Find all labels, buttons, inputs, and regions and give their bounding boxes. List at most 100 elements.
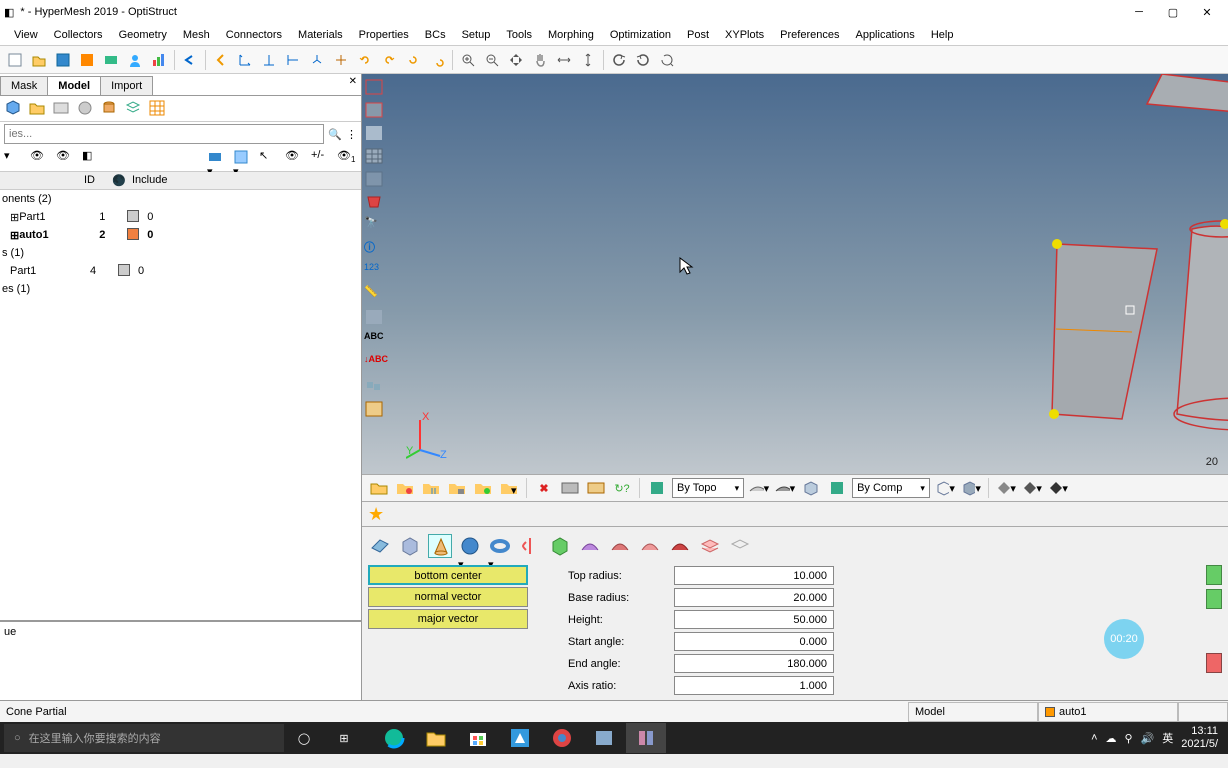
abc-icon[interactable]: ABC xyxy=(364,331,386,351)
folder6-icon[interactable]: ▾ xyxy=(498,477,520,499)
menu-bcs[interactable]: BCs xyxy=(417,27,454,43)
normal-vector-button[interactable]: normal vector xyxy=(368,587,528,607)
app2-icon[interactable] xyxy=(542,723,582,753)
status-component-cell[interactable]: auto1 xyxy=(1038,702,1178,722)
shape-mesh-icon[interactable] xyxy=(728,534,752,558)
eye-icon[interactable]: 👁 xyxy=(30,149,50,169)
blue-box-icon[interactable]: ▾ xyxy=(207,149,227,169)
hypermesh-taskbar-icon[interactable] xyxy=(626,723,666,753)
perspective-icon[interactable] xyxy=(364,193,386,213)
pan-icon[interactable] xyxy=(529,49,551,71)
model-tree[interactable]: onents (2) ⊞ Part1 1 0 ⊞ auto1 2 0 s (1)… xyxy=(0,190,361,620)
delete-icon[interactable]: ✖ xyxy=(533,477,555,499)
major-vector-button[interactable]: major vector xyxy=(368,609,528,629)
by-comp-combo[interactable]: By Comp xyxy=(852,478,930,498)
menu-morphing[interactable]: Morphing xyxy=(540,27,602,43)
create2-button[interactable] xyxy=(1206,589,1222,609)
menu-materials[interactable]: Materials xyxy=(290,27,351,43)
menu-post[interactable]: Post xyxy=(679,27,717,43)
explorer-icon[interactable] xyxy=(416,723,456,753)
by-topo-combo[interactable]: By Topo xyxy=(672,478,744,498)
tree-group-components[interactable]: onents (2) xyxy=(0,190,361,208)
menu-properties[interactable]: Properties xyxy=(351,27,417,43)
tree-icon[interactable]: ◧ xyxy=(82,149,102,169)
tree-group-entities[interactable]: es (1) xyxy=(0,280,361,298)
minimize-button[interactable]: ─ xyxy=(1122,0,1156,24)
folder2-icon[interactable] xyxy=(394,477,416,499)
top-radius-input[interactable] xyxy=(674,566,834,585)
mesh-icon[interactable] xyxy=(364,147,386,167)
section-icon[interactable] xyxy=(364,400,386,420)
menu-view[interactable]: View xyxy=(6,27,46,43)
app3-icon[interactable] xyxy=(584,723,624,753)
component-icon[interactable] xyxy=(100,49,122,71)
tree-group-sets[interactable]: s (1) xyxy=(0,244,361,262)
grid-icon[interactable] xyxy=(148,99,168,119)
menu-mesh[interactable]: Mesh xyxy=(175,27,218,43)
menu-collectors[interactable]: Collectors xyxy=(46,27,111,43)
axis-iso-icon[interactable] xyxy=(306,49,328,71)
menu-tools[interactable]: Tools xyxy=(498,27,540,43)
tab-mask[interactable]: Mask xyxy=(0,76,48,95)
eye4-icon[interactable]: 👁1 xyxy=(337,149,357,169)
shape-ribbon4-icon[interactable] xyxy=(668,534,692,558)
rotate-left-icon[interactable] xyxy=(354,49,376,71)
axis-yz-icon[interactable] xyxy=(282,49,304,71)
save-icon[interactable] xyxy=(52,49,74,71)
filter-icon[interactable]: ⋮ xyxy=(346,128,357,141)
folder3-icon[interactable] xyxy=(420,477,442,499)
folder4-icon[interactable] xyxy=(446,477,468,499)
cube-icon[interactable] xyxy=(4,99,24,119)
folder1-icon[interactable] xyxy=(368,477,390,499)
shape-box-icon[interactable] xyxy=(398,534,422,558)
transparent-icon[interactable] xyxy=(364,170,386,190)
undo-icon[interactable] xyxy=(179,49,201,71)
taskbar-search[interactable]: ○ 在这里输入你要搜索的内容 xyxy=(4,724,284,752)
shaded-icon[interactable] xyxy=(364,101,386,121)
axis-xy-icon[interactable] xyxy=(234,49,256,71)
rhomb2-icon[interactable]: ▾ xyxy=(1021,477,1043,499)
abc-red-icon[interactable]: ↓ABC xyxy=(364,354,386,374)
spin-right-icon[interactable] xyxy=(632,49,654,71)
shape-ribbon3-icon[interactable] xyxy=(638,534,662,558)
block-icon[interactable] xyxy=(364,377,386,397)
wireframe-icon[interactable] xyxy=(364,78,386,98)
spin-left-icon[interactable] xyxy=(608,49,630,71)
cylinder-icon[interactable] xyxy=(100,99,120,119)
info-icon[interactable]: ⓘ xyxy=(364,239,386,259)
sphere-icon[interactable] xyxy=(76,99,96,119)
start-angle-input[interactable] xyxy=(674,632,834,651)
tab-model[interactable]: Model xyxy=(47,76,101,95)
store-icon[interactable] xyxy=(458,723,498,753)
binoculars-icon[interactable]: 🔭 xyxy=(364,216,386,236)
menu-preferences[interactable]: Preferences xyxy=(772,27,847,43)
menu-applications[interactable]: Applications xyxy=(847,27,922,43)
wire-cube-icon[interactable]: ▾ xyxy=(934,477,956,499)
axis-rev-icon[interactable] xyxy=(330,49,352,71)
wifi-icon[interactable]: ⚲ xyxy=(1125,732,1133,745)
search-input[interactable] xyxy=(4,124,324,144)
surf1-icon[interactable]: ▾ xyxy=(748,477,770,499)
shape-cone-icon[interactable] xyxy=(428,534,452,558)
open-icon[interactable] xyxy=(28,49,50,71)
sheet-icon[interactable]: ▾ xyxy=(233,149,253,169)
menu-xyplots[interactable]: XYPlots xyxy=(717,27,772,43)
rotate-up-icon[interactable] xyxy=(402,49,424,71)
shape-green-icon[interactable] xyxy=(548,534,572,558)
fit-icon[interactable] xyxy=(505,49,527,71)
card-icon[interactable] xyxy=(559,477,581,499)
folder5-icon[interactable] xyxy=(472,477,494,499)
eye2-icon[interactable]: 👁 xyxy=(56,149,76,169)
shape-ribbon2-icon[interactable] xyxy=(608,534,632,558)
shape-torus-icon[interactable]: ▾ xyxy=(488,534,512,558)
view-icon[interactable] xyxy=(52,99,72,119)
close-button[interactable]: ✕ xyxy=(1190,0,1224,24)
pan-lr-icon[interactable] xyxy=(553,49,575,71)
reject-button[interactable] xyxy=(1206,653,1222,673)
toggle-icon[interactable]: +/- xyxy=(311,149,331,169)
tab-import[interactable]: Import xyxy=(100,76,153,95)
back-icon[interactable] xyxy=(210,49,232,71)
cursor-icon[interactable]: ↖ xyxy=(259,149,279,169)
shape-spin-icon[interactable] xyxy=(518,534,542,558)
collector-icon[interactable] xyxy=(76,49,98,71)
